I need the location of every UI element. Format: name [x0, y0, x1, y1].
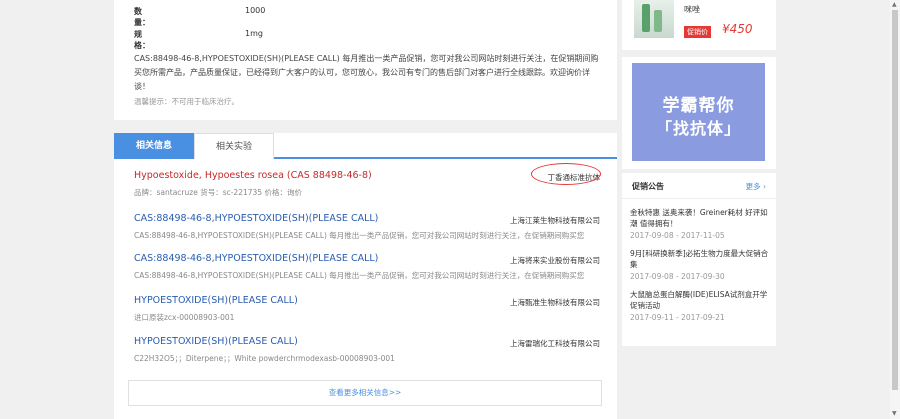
bottle-icon	[642, 4, 650, 32]
promotion-more-link[interactable]: 更多 ›	[746, 181, 766, 192]
item-cas: (CAS 88498-46-8)	[286, 170, 372, 181]
promotion-panel: 促销公告 更多 › 金秋特惠 送奥来袭！Greiner耗材 好评如潮 值得拥有！…	[622, 173, 776, 346]
item-meta: 进口原装zcx-00008903-001	[134, 313, 235, 322]
item-meta: C22H32O5；；Diterpene；；White powderchrmode…	[134, 354, 395, 363]
promotion-item-title[interactable]: 9月[科研换新季]必拓生物力度最大促销合集	[630, 248, 770, 270]
bottle-icon	[654, 10, 662, 32]
scrollbar-thumb[interactable]	[892, 10, 898, 390]
promotion-item[interactable]: 9月[科研换新季]必拓生物力度最大促销合集 2017-09-08 - 2017-…	[630, 248, 770, 281]
scroll-up-icon[interactable]: ▲	[892, 1, 897, 8]
side-product-card[interactable]: 咪唑 促销价 ¥450	[622, 0, 776, 50]
tab-related-experiments[interactable]: 相关实验	[194, 133, 274, 159]
item-vendor[interactable]: 上海江莱生物科技有限公司	[510, 215, 600, 226]
quantity-label: 数量：	[134, 7, 150, 27]
size-value: 1mg	[245, 29, 263, 38]
item-title[interactable]: CAS:88498-46-8,HYPOESTOXIDE(SH)(PLEASE C…	[134, 253, 378, 264]
item-title[interactable]: HYPOESTOXIDE(SH)(PLEASE CALL)	[134, 295, 298, 306]
item-meta: CAS:88498-46-8,HYPOESTOXIDE(SH)(PLEASE C…	[134, 231, 585, 240]
scroll-down-icon[interactable]: ▼	[892, 410, 897, 417]
item-meta: 品牌：santacruze 货号：sc-221735 价格：询价	[134, 188, 302, 197]
promotion-title: 促销公告	[632, 182, 664, 191]
main-column: 数量： 1000 规格： 1mg CAS:88498-46-8,HYPOESTO…	[114, 0, 617, 419]
size-label: 规格：	[134, 30, 150, 50]
banner-line-1: 学霸帮你	[662, 96, 735, 116]
product-image[interactable]	[634, 0, 674, 38]
promo-price-tag: 促销价	[684, 26, 711, 38]
item-title[interactable]: HYPOESTOXIDE(SH)(PLEASE CALL)	[134, 336, 298, 347]
red-circle-annotation	[531, 163, 601, 185]
side-product-price: ¥450	[722, 22, 753, 36]
side-product-name[interactable]: 咪唑	[684, 4, 700, 15]
product-detail-card: 数量： 1000 规格： 1mg CAS:88498-46-8,HYPOESTO…	[114, 0, 617, 120]
item-vendor[interactable]: 上海甄准生物科技有限公司	[510, 297, 600, 308]
item-title[interactable]: CAS:88498-46-8,HYPOESTOXIDE(SH)(PLEASE C…	[134, 213, 378, 224]
item-title-text[interactable]: Hypoestoxide, Hypoestes rosea	[134, 170, 284, 181]
banner-image[interactable]: 学霸帮你 「找抗体」	[632, 63, 765, 161]
banner-line-2: 「找抗体」	[655, 119, 741, 138]
promotion-item-title[interactable]: 大鼠脑总蛋白解酶(IDE)ELISA试剂盒开学促销活动	[630, 289, 770, 311]
warning-tip: 温馨提示：不可用于临床治疗。	[134, 97, 239, 106]
quantity-value: 1000	[245, 6, 266, 15]
antibody-banner[interactable]: 学霸帮你 「找抗体」	[622, 57, 776, 169]
item-vendor[interactable]: 上海雷瑞化工科技有限公司	[510, 338, 600, 349]
item-title[interactable]: Hypoestoxide, Hypoestes rosea (CAS 88498…	[134, 170, 372, 181]
promotion-item-date: 2017-09-08 - 2017-09-30	[630, 272, 725, 281]
product-description: CAS:88498-46-8,HYPOESTOXIDE(SH)(PLEASE C…	[134, 54, 599, 91]
vertical-scrollbar[interactable]: ▲ ▼	[890, 0, 900, 419]
promotion-item[interactable]: 大鼠脑总蛋白解酶(IDE)ELISA试剂盒开学促销活动 2017-09-11 -…	[630, 289, 770, 322]
promotion-item-title[interactable]: 金秋特惠 送奥来袭！Greiner耗材 好评如潮 值得拥有！	[630, 207, 770, 229]
tab-bar: 相关信息 相关实验	[114, 133, 617, 159]
promotion-header: 促销公告 更多 ›	[622, 173, 776, 199]
promotion-item-date: 2017-09-08 - 2017-11-05	[630, 231, 725, 240]
tab-related-info[interactable]: 相关信息	[114, 133, 194, 159]
view-more-link[interactable]: 查看更多相关信息>>	[128, 380, 602, 406]
item-vendor[interactable]: 上海将来实业股份有限公司	[510, 255, 600, 266]
related-info-card: 相关信息 相关实验 Hypoestoxide, Hypoestes rosea …	[114, 133, 617, 419]
promotion-item-date: 2017-09-11 - 2017-09-21	[630, 313, 725, 322]
promotion-item[interactable]: 金秋特惠 送奥来袭！Greiner耗材 好评如潮 值得拥有！ 2017-09-0…	[630, 207, 770, 240]
item-meta: CAS:88498-46-8,HYPOESTOXIDE(SH)(PLEASE C…	[134, 271, 585, 280]
